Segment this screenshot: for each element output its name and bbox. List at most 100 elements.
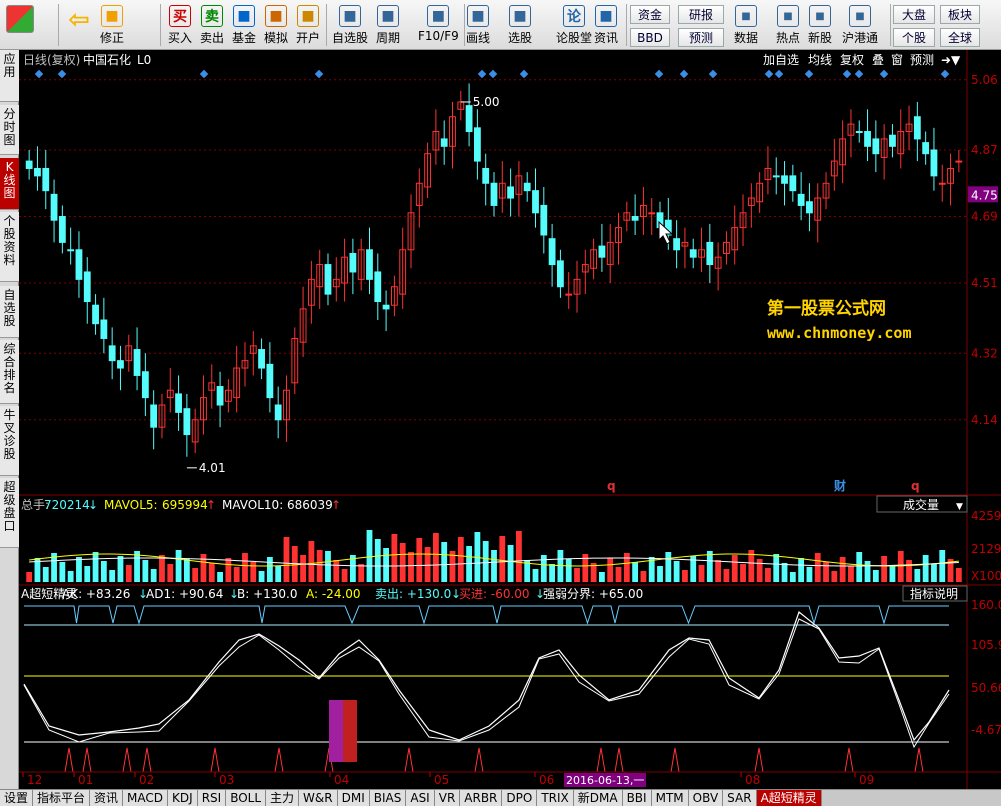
board-button[interactable]: 大盘 [893,5,935,24]
indicator-help-label: 指标说明 [910,586,958,601]
indicator-tab-13[interactable]: VR [434,790,461,806]
toolbar-clock-button[interactable]: ■ 周期 [376,3,400,47]
indicator-tab-8[interactable]: 主力 [266,790,300,806]
indicator-tab-17[interactable]: 新DMA [573,790,623,806]
toolbar-forum-button[interactable]: 论论股堂 [556,3,592,47]
volume-bar [931,564,937,582]
volume-bar [383,548,389,582]
indicator-tick-label: 160.0 [971,598,1001,612]
toolbar-sell-button[interactable]: 卖卖出 [200,3,224,47]
fund-button[interactable]: 资金 [630,5,670,24]
chart-header-button-6[interactable]: 预测 [910,53,934,67]
newstock-button[interactable]: ■ 新股 [808,3,832,47]
date-tick-label: 01 [78,773,93,787]
sidebar-item-6[interactable]: 综合排名 [0,340,19,404]
indicator-tab-10[interactable]: DMI [337,790,370,806]
volume-bar [723,569,730,582]
chart-header-button-3[interactable]: 复权 [840,53,864,67]
chart-header-button-1[interactable]: 加自选 [763,53,799,67]
volume-bar [167,564,174,582]
sidebar-item-5[interactable]: 自选股 [0,286,19,338]
volume-bar [192,568,199,582]
indicator-tab-15[interactable]: DPO [502,790,538,806]
sidebar-item-3[interactable]: K线图 [0,158,19,210]
toolbar-f10-button[interactable]: ■ F10/F9 [418,3,459,47]
candle-body [382,304,390,310]
indicator-tab-19[interactable]: MTM [651,790,689,806]
toolbar-label: 周期 [376,31,401,45]
sidebar-item-4[interactable]: 个股资料 [0,212,19,282]
indicator-help-button[interactable]: 指标说明 [902,585,968,602]
toolbar-label: F10/F9 [418,29,459,43]
indicator-tab-1[interactable]: 设置 [0,790,34,806]
indicator-tab-3[interactable]: 资讯 [90,790,124,806]
chart-header-button-4[interactable]: 叠 [872,53,884,67]
indicator-tab-20[interactable]: OBV [688,790,724,806]
indicator-tab-18[interactable]: BBI [622,790,652,806]
volume-bar [906,560,912,582]
indicator-tab-21[interactable]: SAR [723,790,757,806]
event-marker[interactable]: q [911,479,920,493]
toolbar-screen-button[interactable]: ■ 选股 [508,3,532,47]
chart-area: 5.06 4.87 4.69 4.51 4.32 4.14 日线(复权) 中国石化 L0 加自选均… [19,50,1001,789]
toolbar-home-button[interactable] [6,3,34,47]
toolbar-lock-button[interactable]: ■ 开户 [296,3,320,47]
toolbar-pen-button[interactable]: ■ 画线 [466,3,490,47]
toolbar-adjust-button[interactable]: ■ 修正 [100,3,124,47]
volume-selector[interactable]: 成交量 ▼ [876,495,968,513]
indicator-tab-4[interactable]: MACD [123,790,169,806]
sidebar-item-1[interactable]: 应用 [0,50,19,102]
volume-bar [632,562,639,582]
volume-tick-label: X100 [971,569,1001,583]
candle-body [108,345,116,362]
indicator-tab-5[interactable]: KDJ [168,790,198,806]
indicator-tab-9[interactable]: W&R [299,790,338,806]
watermark-url: www.chnmoney.com [767,324,912,342]
volume-bar [864,561,871,582]
sidebar-item-8[interactable]: 超级盘口 [0,478,19,548]
indicator-tab-12[interactable]: ASI [406,790,435,806]
forecast-button[interactable]: 预测 [678,28,724,47]
news-icon: ■ [595,5,617,27]
toolbar-buy-button[interactable]: 买买入 [168,3,192,47]
indicator-tab-7[interactable]: BOLL [226,790,267,806]
volume-bar [308,541,315,582]
event-marker[interactable]: q [607,479,616,493]
toolbar-label: 开户 [296,31,321,45]
sidebar-item-2[interactable]: 分时图 [0,105,19,155]
volume-header-text: ↑ [206,498,216,512]
toolbar-star-button[interactable]: ■ 自选股 [332,3,368,47]
toolbar-news-button[interactable]: ■ 资讯 [594,3,618,47]
main-toolbar: ⇦ ■ 修正 买买入卖卖出 ■ 基金 ■ 模拟 ■ 开户 ■ 自选股 ■ 周期 ■ F10/F9 ■ 画线 ■ 选股 论… [0,0,1001,50]
hot-button[interactable]: ■ 热点 [776,3,800,47]
candle-body [565,293,573,296]
toolbar-simulate-button[interactable]: ■ 模拟 [264,3,288,47]
indicator-tab-11[interactable]: BIAS [369,790,407,806]
chart-menu-icon[interactable]: ➜▼ [941,53,961,67]
volume-bar [856,552,863,582]
volume-header-text: ↑ [331,498,341,512]
global-button[interactable]: 全球 [940,28,980,47]
candle-body [100,319,108,339]
toolbar-back-arrow-button[interactable]: ⇦ [62,3,96,47]
indicator-header-text: 卖出: +130.0 [375,587,451,601]
sidebar-item-7[interactable]: 牛叉诊股 [0,406,19,476]
chart-header-button-5[interactable]: 窗 [891,53,903,67]
event-marker[interactable]: 财 [833,478,846,493]
personal-button[interactable]: 个股 [893,28,935,47]
data-button[interactable]: ■ 数据 [734,3,758,47]
toolbar-label: 修正 [100,31,125,45]
volume-bar [789,572,796,582]
hkconnect-button[interactable]: ■ 沪港通 [842,3,878,47]
indicator-tab-16[interactable]: TRIX [537,790,574,806]
date-tick-label: 05 [434,773,449,787]
indicator-tab-6[interactable]: RSI [197,790,227,806]
sector-button[interactable]: 板块 [940,5,980,24]
toolbar-fund-button[interactable]: ■ 基金 [232,3,256,47]
indicator-tab-14[interactable]: ARBR [460,790,503,806]
indicator-tab-2[interactable]: 指标平台 [33,790,91,806]
chart-header-button-2[interactable]: 均线 [808,53,832,67]
bbd-button[interactable]: BBD [630,28,670,47]
indicator-tab-22[interactable]: A超短精灵 [756,790,822,806]
research-button[interactable]: 研报 [678,5,724,24]
